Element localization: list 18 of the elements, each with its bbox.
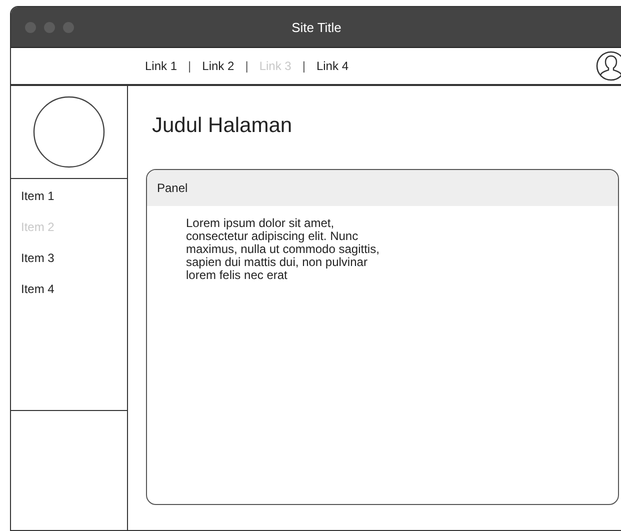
sidebar-item[interactable]: Item 3 (21, 251, 54, 265)
nav-link[interactable]: Link 1 (145, 59, 178, 73)
nav-link[interactable]: Link 2 (202, 59, 234, 73)
panel-text: Lorem ipsum dolor sit amet, consectetur adipiscing elit. Nunc maximus, nulla ut commodo sagittis, sapien dui mattis dui, non pulvinar lorem felis nec erat (185, 215, 380, 282)
panel-title: Panel (157, 181, 188, 195)
link-separator: | (245, 59, 248, 73)
page-heading: Judul Halaman (152, 114, 292, 138)
window-control-dot[interactable] (44, 22, 55, 32)
window-title: Site Title (292, 20, 342, 34)
sidebar-item[interactable]: Item 1 (21, 189, 54, 203)
logo-placeholder-icon (33, 96, 105, 168)
window-control-dot[interactable] (63, 22, 74, 32)
link-separator: | (188, 59, 192, 73)
user-avatar-icon[interactable] (596, 51, 621, 81)
sidebar-item[interactable]: Item 4 (21, 282, 54, 296)
link-separator: | (302, 59, 306, 73)
nav-link[interactable]: Link 4 (316, 59, 348, 73)
window-control-dot[interactable] (25, 22, 36, 32)
